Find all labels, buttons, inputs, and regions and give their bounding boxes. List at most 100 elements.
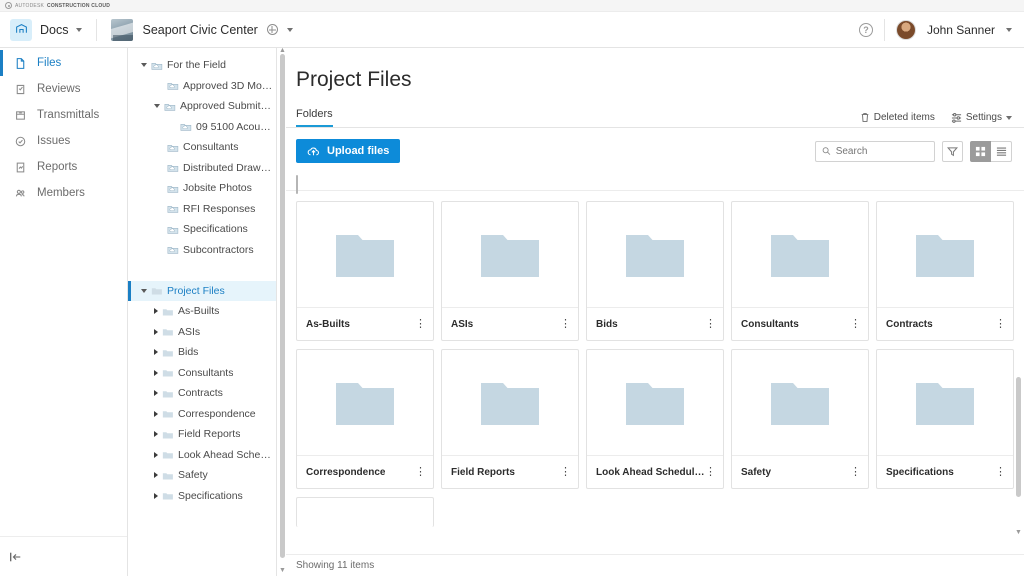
tree-node-label: Approved 3D Mo… <box>183 80 272 92</box>
scroll-down-icon[interactable]: ▼ <box>279 567 286 574</box>
scrollbar-thumb[interactable] <box>280 54 285 558</box>
sidebar-item-files[interactable]: Files <box>0 50 127 76</box>
tree-node-correspondence[interactable]: Correspondence <box>128 404 286 425</box>
tree-node-label: Correspondence <box>178 408 256 420</box>
folder-card[interactable]: As-Builts⋮ <box>296 201 434 341</box>
tree-node-rfi-responses[interactable]: RFI Responses <box>128 199 286 220</box>
tree-node-label: Specifications <box>178 490 243 502</box>
tree-node-label: 09 5100 Acou… <box>196 121 271 133</box>
folder-menu-button[interactable]: ⋮ <box>560 320 571 329</box>
sidebar-item-reviews[interactable]: Reviews <box>0 76 127 102</box>
tree-node-as-builts[interactable]: As-Builts <box>128 301 286 322</box>
twisty-down-icon[interactable] <box>141 289 147 293</box>
scroll-down-icon[interactable]: ▼ <box>1015 529 1022 536</box>
tree-node-safety[interactable]: Safety <box>128 465 286 486</box>
toolbar: Upload files <box>286 128 1024 163</box>
twisty-right-icon[interactable] <box>154 452 158 458</box>
folder-menu-button[interactable]: ⋮ <box>560 468 571 477</box>
help-icon[interactable]: ? <box>859 23 873 37</box>
search-box[interactable] <box>815 141 935 162</box>
folder-menu-button[interactable]: ⋮ <box>850 468 861 477</box>
folder-menu-button[interactable]: ⋮ <box>415 320 426 329</box>
twisty-right-icon[interactable] <box>154 308 158 314</box>
filter-button[interactable] <box>942 141 963 162</box>
folder-card[interactable]: Consultants⋮ <box>731 201 869 341</box>
search-input[interactable] <box>836 146 928 157</box>
folder-menu-button[interactable]: ⋮ <box>850 320 861 329</box>
module-switcher[interactable]: Docs <box>0 12 96 48</box>
tree-node-approved-submit[interactable]: Approved Submit… <box>128 96 286 117</box>
twisty-right-icon[interactable] <box>154 390 158 396</box>
folder-icon <box>914 379 976 427</box>
folder-menu-button[interactable]: ⋮ <box>415 468 426 477</box>
scroll-up-icon[interactable]: ▲ <box>279 47 286 54</box>
page-title: Project Files <box>286 48 1024 92</box>
tree-node-consultants[interactable]: Consultants <box>128 137 286 158</box>
content-scrollbar[interactable]: ▼ <box>1015 377 1022 532</box>
collapse-sidebar-button[interactable] <box>0 536 127 576</box>
grid-icon <box>975 146 986 157</box>
tree-scrollbar[interactable]: ▲ ▼ <box>276 48 286 576</box>
tree-node-label: Consultants <box>183 141 238 153</box>
twisty-right-icon[interactable] <box>154 493 158 499</box>
deleted-items-button[interactable]: Deleted items <box>860 112 935 123</box>
twisty-right-icon[interactable] <box>154 472 158 478</box>
list-view-button[interactable] <box>991 141 1012 162</box>
folder-name: Bids <box>596 319 618 330</box>
folder-tree[interactable]: For the Field Approved 3D Mo… Approved Sub… <box>128 48 286 576</box>
folder-card[interactable]: Look Ahead Schedules⋮ <box>586 349 724 489</box>
tree-node-09-5100-acou[interactable]: 09 5100 Acou… <box>128 117 286 138</box>
tree-node-contracts[interactable]: Contracts <box>128 383 286 404</box>
folder-card[interactable]: Safety⋮ <box>731 349 869 489</box>
folder-thumbnail <box>442 350 578 455</box>
tree-node-jobsite-photos[interactable]: Jobsite Photos <box>128 178 286 199</box>
folder-card[interactable]: ASIs⋮ <box>441 201 579 341</box>
folder-menu-button[interactable]: ⋮ <box>705 468 716 477</box>
folder-card[interactable]: Specifications⋮ <box>876 349 1014 489</box>
tree-node-specifications[interactable]: Specifications <box>128 219 286 240</box>
folder-icon <box>162 347 174 358</box>
tree-node-approved-3d-mo[interactable]: Approved 3D Mo… <box>128 76 286 97</box>
folder-card[interactable]: Field Reports⋮ <box>441 349 579 489</box>
grid-view-button[interactable] <box>970 141 991 162</box>
tree-node-subcontractors[interactable]: Subcontractors <box>128 240 286 261</box>
upload-files-button[interactable]: Upload files <box>296 139 400 163</box>
tree-node-project-files[interactable]: Project Files⋮ <box>128 281 286 302</box>
tree-node-distributed-draw[interactable]: Distributed Draw… <box>128 158 286 179</box>
folder-menu-button[interactable]: ⋮ <box>995 468 1006 477</box>
twisty-right-icon[interactable] <box>154 329 158 335</box>
tree-node-label: Distributed Draw… <box>183 162 271 174</box>
folder-menu-button[interactable]: ⋮ <box>995 320 1006 329</box>
tree-node-asis[interactable]: ASIs <box>128 322 286 343</box>
folder-menu-button[interactable]: ⋮ <box>705 320 716 329</box>
folder-card[interactable]: Contracts⋮ <box>876 201 1014 341</box>
report-icon <box>14 161 27 174</box>
twisty-right-icon[interactable] <box>154 411 158 417</box>
tree-node-specifications[interactable]: Specifications <box>128 486 286 507</box>
tab-folders[interactable]: Folders <box>296 108 333 127</box>
tree-node-for-the-field[interactable]: For the Field <box>128 55 286 76</box>
tree-node-label: Consultants <box>178 367 233 379</box>
folder-card[interactable] <box>296 497 434 527</box>
folder-card[interactable]: Correspondence⋮ <box>296 349 434 489</box>
tree-node-label: Subcontractors <box>183 244 254 256</box>
twisty-right-icon[interactable] <box>154 431 158 437</box>
scrollbar-thumb[interactable] <box>1016 377 1021 497</box>
brand-bar: AUTODESK CONSTRUCTION CLOUD <box>0 0 1024 12</box>
sidebar-item-reports[interactable]: Reports <box>0 154 127 180</box>
project-selector[interactable]: Seaport Civic Center <box>97 12 306 48</box>
twisty-right-icon[interactable] <box>154 349 158 355</box>
tree-node-look-ahead-sche[interactable]: Look Ahead Sche… <box>128 445 286 466</box>
folder-card[interactable]: Bids ⋮ <box>586 201 724 341</box>
sidebar-item-transmittals[interactable]: Transmittals <box>0 102 127 128</box>
twisty-down-icon[interactable] <box>141 63 147 67</box>
chevron-down-icon[interactable] <box>1006 28 1012 32</box>
settings-button[interactable]: Settings <box>951 112 1012 123</box>
twisty-right-icon[interactable] <box>154 370 158 376</box>
sidebar-item-issues[interactable]: Issues <box>0 128 127 154</box>
twisty-down-icon[interactable] <box>154 104 160 108</box>
tree-node-bids[interactable]: Bids <box>128 342 286 363</box>
sidebar-item-members[interactable]: Members <box>0 180 127 206</box>
tree-node-field-reports[interactable]: Field Reports <box>128 424 286 445</box>
tree-node-consultants[interactable]: Consultants <box>128 363 286 384</box>
